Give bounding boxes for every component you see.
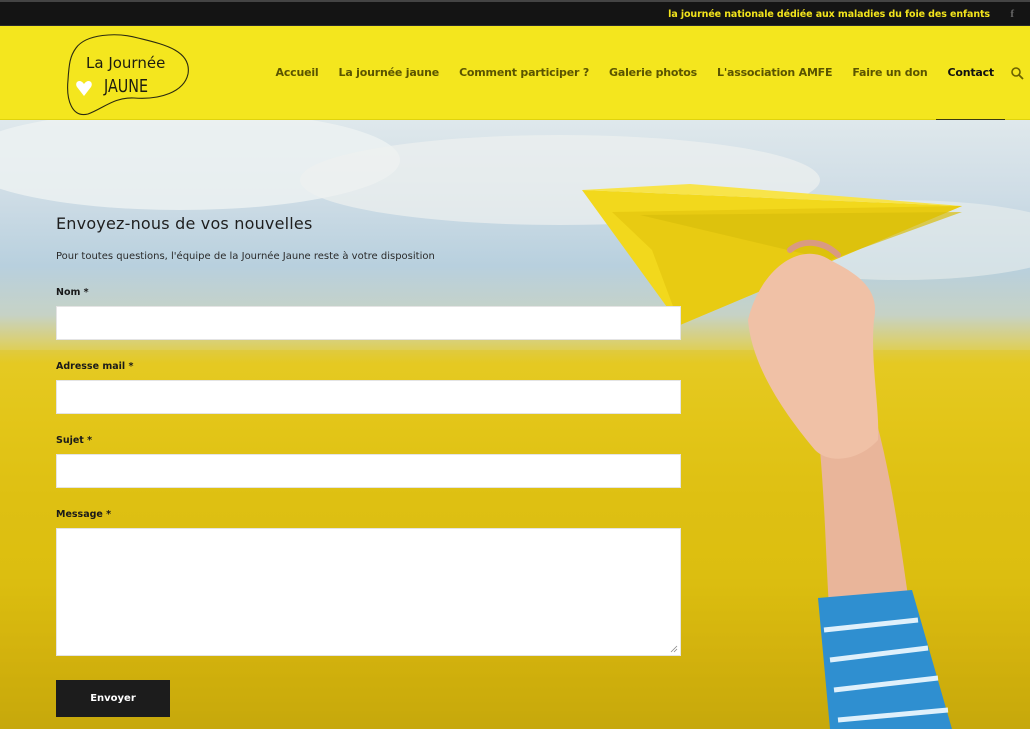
nav-item-contact[interactable]: Contact: [936, 26, 1005, 121]
name-field[interactable]: [56, 306, 681, 340]
logo-line1: La Journée: [86, 54, 165, 72]
logo-line2: JAUNE: [103, 76, 148, 97]
nav-item-galerie-photos[interactable]: Galerie photos: [609, 26, 697, 120]
nav-item-journee-jaune[interactable]: La journée jaune: [339, 26, 440, 120]
search-icon[interactable]: [1010, 66, 1024, 80]
email-field[interactable]: [56, 380, 681, 414]
nav-item-comment-participer[interactable]: Comment participer ?: [459, 26, 589, 120]
name-label: Nom *: [56, 287, 89, 298]
main-nav: Accueil La journée jaune Comment partici…: [276, 26, 1030, 121]
message-field[interactable]: [56, 528, 681, 656]
form-title: Envoyez-nous de vos nouvelles: [56, 214, 313, 233]
heart-icon: [76, 80, 92, 96]
subject-label: Sujet *: [56, 435, 93, 446]
site-header: La Journée JAUNE Accueil La journée jaun…: [0, 26, 1030, 121]
subject-field[interactable]: [56, 454, 681, 488]
submit-button[interactable]: Envoyer: [56, 680, 170, 717]
site-tagline: la journée nationale dédiée aux maladies…: [668, 9, 990, 20]
site-logo[interactable]: La Journée JAUNE: [64, 30, 192, 116]
facebook-icon[interactable]: f: [1010, 8, 1014, 20]
email-label: Adresse mail *: [56, 361, 134, 372]
form-subtitle: Pour toutes questions, l'équipe de la Jo…: [56, 251, 435, 262]
nav-item-faire-un-don[interactable]: Faire un don: [852, 26, 927, 120]
nav-item-accueil[interactable]: Accueil: [276, 26, 319, 120]
message-label: Message *: [56, 509, 112, 520]
nav-item-association-amfe[interactable]: L'association AMFE: [717, 26, 833, 120]
resize-handle-icon[interactable]: [670, 645, 678, 653]
contact-hero: Envoyez-nous de vos nouvelles Pour toute…: [0, 120, 1030, 729]
top-bar: la journée nationale dédiée aux maladies…: [0, 0, 1030, 26]
